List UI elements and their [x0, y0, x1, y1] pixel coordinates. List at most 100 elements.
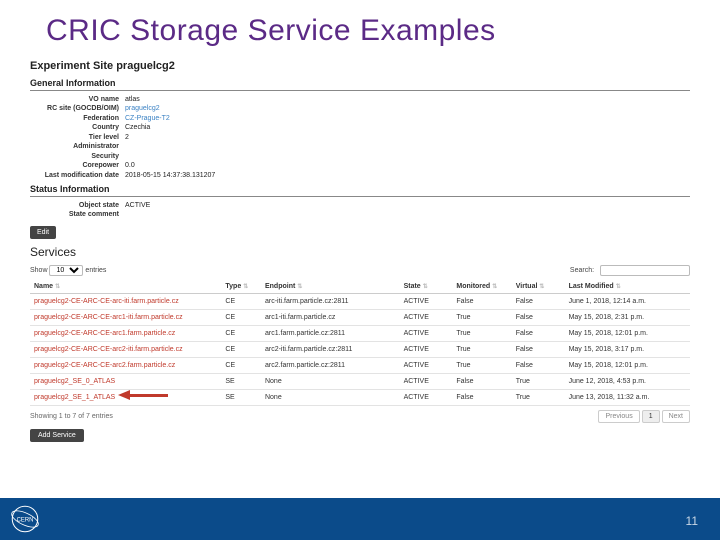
service-name-link[interactable]: praguelcg2-CE-ARC-CE-arc2.farm.particle.… — [30, 357, 221, 373]
table-row: praguelcg2-CE-ARC-CE-arc1-iti.farm.parti… — [30, 309, 690, 325]
cell-endpoint: None — [261, 389, 400, 405]
cell-virtual: False — [512, 325, 565, 341]
value-last-mod: 2018-05-15 14:37:38.131207 — [125, 171, 215, 180]
service-name-link[interactable]: praguelcg2-CE-ARC-CE-arc1-iti.farm.parti… — [30, 309, 221, 325]
table-row: praguelcg2_SE_0_ATLASSENoneACTIVEFalseTr… — [30, 373, 690, 389]
table-controls: Show 10 entries Search: — [30, 265, 690, 276]
sort-icon: ⇅ — [243, 284, 248, 290]
cell-endpoint: arc1-iti.farm.particle.cz — [261, 309, 400, 325]
table-row: praguelcg2-CE-ARC-CE-arc1.farm.particle.… — [30, 325, 690, 341]
cell-type: CE — [221, 309, 261, 325]
cell-last-modified: June 1, 2018, 12:14 a.m. — [565, 293, 690, 309]
edit-button[interactable]: Edit — [30, 226, 56, 239]
sort-icon: ⇅ — [55, 284, 60, 290]
sort-icon: ⇅ — [492, 284, 497, 290]
cell-monitored: False — [452, 293, 511, 309]
cell-type: CE — [221, 325, 261, 341]
cell-state: ACTIVE — [400, 309, 453, 325]
cell-state: ACTIVE — [400, 293, 453, 309]
prev-button[interactable]: Previous — [598, 410, 639, 423]
col-monitored[interactable]: Monitored⇅ — [452, 280, 511, 294]
entries-label: entries — [85, 267, 106, 274]
page-1-button[interactable]: 1 — [642, 410, 660, 423]
cell-endpoint: arc1.farm.particle.cz:2811 — [261, 325, 400, 341]
entries-control: Show 10 entries — [30, 265, 106, 276]
cell-virtual: True — [512, 373, 565, 389]
cell-last-modified: May 15, 2018, 3:17 p.m. — [565, 341, 690, 357]
cell-monitored: True — [452, 341, 511, 357]
cell-virtual: False — [512, 309, 565, 325]
page-size-select[interactable]: 10 — [49, 265, 83, 276]
next-button[interactable]: Next — [662, 410, 690, 423]
cell-last-modified: June 12, 2018, 4:53 p.m. — [565, 373, 690, 389]
showing-entries: Showing 1 to 7 of 7 entries — [30, 413, 113, 420]
service-name-link[interactable]: praguelcg2-CE-ARC-CE-arc1.farm.particle.… — [30, 325, 221, 341]
cell-last-modified: June 13, 2018, 11:32 a.m. — [565, 389, 690, 405]
value-rc-site[interactable]: praguelcg2 — [125, 104, 160, 113]
cell-type: CE — [221, 357, 261, 373]
label-tier: Tier level — [30, 133, 125, 142]
value-federation[interactable]: CZ-Prague-T2 — [125, 114, 170, 123]
label-security: Security — [30, 152, 125, 161]
cell-last-modified: May 15, 2018, 12:01 p.m. — [565, 325, 690, 341]
cell-endpoint: arc2-iti.farm.particle.cz:2811 — [261, 341, 400, 357]
table-row: praguelcg2-CE-ARC-CE-arc2.farm.particle.… — [30, 357, 690, 373]
cell-monitored: False — [452, 389, 511, 405]
cric-panel: Experiment Site praguelcg2 General Infor… — [30, 60, 690, 442]
sort-icon: ⇅ — [423, 284, 428, 290]
col-endpoint[interactable]: Endpoint⇅ — [261, 280, 400, 294]
cell-virtual: False — [512, 293, 565, 309]
svg-text:CERN: CERN — [17, 518, 34, 524]
sort-icon: ⇅ — [616, 284, 621, 290]
cell-state: ACTIVE — [400, 341, 453, 357]
value-vo-name: atlas — [125, 95, 140, 104]
col-virtual[interactable]: Virtual⇅ — [512, 280, 565, 294]
page-number: 11 — [686, 514, 698, 528]
label-vo-name: VO name — [30, 95, 125, 104]
cell-virtual: False — [512, 357, 565, 373]
label-last-mod: Last modification date — [30, 171, 125, 180]
table-row: praguelcg2-CE-ARC-CE-arc-iti.farm.partic… — [30, 293, 690, 309]
table-row: praguelcg2-CE-ARC-CE-arc2-iti.farm.parti… — [30, 341, 690, 357]
service-name-link[interactable]: praguelcg2_SE_0_ATLAS — [30, 373, 221, 389]
cell-state: ACTIVE — [400, 357, 453, 373]
search-input[interactable] — [600, 265, 690, 276]
cell-last-modified: May 15, 2018, 12:01 p.m. — [565, 357, 690, 373]
search-label: Search: — [570, 267, 594, 274]
cell-virtual: True — [512, 389, 565, 405]
cell-monitored: False — [452, 373, 511, 389]
table-header-row: Name⇅ Type⇅ Endpoint⇅ State⇅ Monitored⇅ … — [30, 280, 690, 294]
cell-monitored: True — [452, 309, 511, 325]
label-federation: Federation — [30, 114, 125, 123]
cell-endpoint: None — [261, 373, 400, 389]
status-info-heading: Status Information — [30, 184, 690, 197]
experiment-site-value: praguelcg2 — [116, 60, 175, 72]
pager: Previous 1 Next — [598, 410, 690, 423]
add-service-button[interactable]: Add Service — [30, 429, 84, 442]
experiment-site-heading: Experiment Site praguelcg2 — [30, 60, 690, 72]
general-info-heading: General Information — [30, 78, 690, 91]
cell-state: ACTIVE — [400, 325, 453, 341]
cell-endpoint: arc2.farm.particle.cz:2811 — [261, 357, 400, 373]
label-object-state: Object state — [30, 201, 125, 210]
value-tier: 2 — [125, 133, 129, 142]
label-country: Country — [30, 123, 125, 132]
experiment-site-label: Experiment Site — [30, 60, 113, 72]
service-name-link[interactable]: praguelcg2-CE-ARC-CE-arc2-iti.farm.parti… — [30, 341, 221, 357]
sort-icon: ⇅ — [539, 284, 544, 290]
value-country: Czechia — [125, 123, 150, 132]
search-control: Search: — [570, 265, 690, 276]
table-footer: Showing 1 to 7 of 7 entries Previous 1 N… — [30, 410, 690, 423]
col-name[interactable]: Name⇅ — [30, 280, 221, 294]
cell-type: CE — [221, 293, 261, 309]
footer-bar: CERN 11 — [0, 498, 720, 540]
cell-state: ACTIVE — [400, 389, 453, 405]
sort-icon: ⇅ — [297, 284, 302, 290]
col-last-modified[interactable]: Last Modified⇅ — [565, 280, 690, 294]
cell-last-modified: May 15, 2018, 2:31 p.m. — [565, 309, 690, 325]
service-name-link[interactable]: praguelcg2_SE_1_ATLAS — [30, 389, 221, 405]
service-name-link[interactable]: praguelcg2-CE-ARC-CE-arc-iti.farm.partic… — [30, 293, 221, 309]
slide-title: CRIC Storage Service Examples — [0, 0, 720, 54]
col-type[interactable]: Type⇅ — [221, 280, 261, 294]
col-state[interactable]: State⇅ — [400, 280, 453, 294]
